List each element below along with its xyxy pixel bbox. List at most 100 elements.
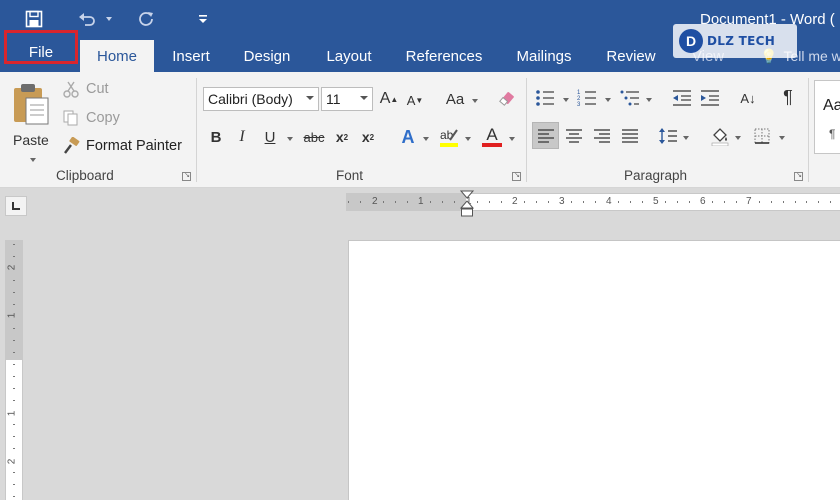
group-separator [526,78,527,182]
tab-review[interactable]: Review [596,40,666,72]
underline-button[interactable]: U [260,126,280,148]
highlight-color-button[interactable]: ab [436,125,462,149]
scissors-icon [63,81,79,98]
tab-mailings[interactable]: Mailings [504,40,584,72]
svg-text:ab: ab [440,128,454,142]
bullets-dropdown-icon[interactable] [563,98,569,102]
numbering-dropdown-icon[interactable] [605,98,611,102]
change-case-dropdown-icon[interactable] [472,99,478,103]
shading-button[interactable] [708,124,732,148]
ruler-tick [13,292,15,293]
format-painter-button[interactable]: Format Painter [62,137,182,155]
paintbrush-icon [64,137,80,154]
increase-indent-button[interactable] [698,86,722,110]
ruler-margin-top [6,240,22,360]
shrink-font-icon: A [406,92,416,108]
shading-dropdown-icon[interactable] [735,136,741,140]
undo-icon[interactable] [74,6,100,32]
ruler-tick [13,364,15,365]
sort-button[interactable]: A↓ [736,86,760,110]
ruler-number: 5 [653,196,659,207]
tab-insert[interactable]: Insert [158,40,224,72]
ruler-tick [524,201,526,203]
align-center-button[interactable] [562,124,586,148]
document-page[interactable] [348,240,840,500]
styles-gallery[interactable]: Aa ¶ [814,80,840,154]
italic-button[interactable]: I [232,126,252,148]
justify-button[interactable] [618,124,642,148]
multilevel-dropdown-icon[interactable] [646,98,652,102]
ruler-tick [771,201,772,203]
align-right-button[interactable] [590,124,614,148]
grow-font-button[interactable]: A ▲ [378,88,400,110]
tab-references[interactable]: References [396,40,492,72]
ruler-number: 2 [6,458,18,465]
highlight-dropdown-icon[interactable] [465,137,471,141]
font-size-combo[interactable]: 11 [321,87,373,111]
align-left-button[interactable] [534,124,558,148]
watermark-logo-mark: D [679,29,703,53]
text-effects-dropdown-icon[interactable] [423,137,429,141]
copy-label: Copy [86,110,120,126]
style-preview-text: Aa [823,97,840,114]
paste-dropdown-icon[interactable] [30,158,36,162]
sort-icon: A↓ [740,90,756,106]
clear-formatting-button[interactable] [496,88,518,110]
paragraph-dialog-launcher[interactable]: ↘ [794,172,803,181]
font-name-combo[interactable]: Calibri (Body) [203,87,319,111]
indent-markers[interactable] [460,189,474,219]
ruler-tick [489,201,490,203]
bullets-button[interactable] [534,86,556,110]
bold-button[interactable]: B [206,126,226,148]
ruler-number: 2 [6,264,18,271]
font-dialog-launcher[interactable]: ↘ [512,172,521,181]
undo-dropdown-icon[interactable] [102,6,116,32]
copy-button[interactable]: Copy [62,109,120,127]
ruler-number: 4 [606,196,612,207]
tab-file[interactable]: File [4,30,78,64]
change-case-button[interactable]: Aa [440,88,470,110]
clipboard-dialog-launcher[interactable]: ↘ [182,172,191,181]
line-spacing-icon [659,128,677,144]
text-effects-button[interactable]: A [396,125,420,149]
horizontal-ruler[interactable]: 211234567 [346,193,840,211]
save-icon[interactable] [22,6,46,32]
line-spacing-dropdown-icon[interactable] [683,136,689,140]
borders-button[interactable] [750,124,774,148]
ruler-tick [395,201,396,203]
decrease-indent-button[interactable] [670,86,694,110]
highlighter-icon: ab [440,128,458,147]
ruler-tick [13,244,15,245]
font-group-label: Font [336,168,364,183]
shrink-font-button[interactable]: A ▼ [404,89,426,111]
tab-layout[interactable]: Layout [314,40,384,72]
ruler-tick [829,201,831,203]
paste-button[interactable]: Paste [8,80,58,164]
tab-design[interactable]: Design [232,40,302,72]
ruler-tick [13,436,15,437]
underline-dropdown-icon[interactable] [287,137,293,141]
numbering-button[interactable]: 123 [576,86,598,110]
tab-selector[interactable] [5,196,27,216]
multilevel-list-button[interactable] [618,86,642,110]
show-formatting-button[interactable]: ¶ [776,85,800,109]
font-color-button[interactable]: A [480,125,504,149]
redo-icon[interactable] [134,6,158,32]
borders-dropdown-icon[interactable] [779,136,785,140]
strikethrough-button[interactable]: abc [300,126,328,148]
tab-home[interactable]: Home [80,40,154,72]
superscript-icon: x [361,129,370,145]
ruler-number: 7 [746,196,752,207]
group-separator [808,78,809,182]
subscript-button[interactable]: x2 [332,126,352,148]
line-spacing-button[interactable] [656,124,680,148]
justify-icon [622,129,638,143]
customize-qat-icon[interactable] [194,6,212,32]
vertical-ruler[interactable]: 2 1 1 2 [5,240,23,500]
superscript-button[interactable]: x2 [358,126,378,148]
ruler-tick [536,201,537,203]
ruler-tick [13,256,15,257]
cut-button[interactable]: Cut [62,80,109,98]
ruler-tick [13,424,15,425]
font-color-dropdown-icon[interactable] [509,137,515,141]
